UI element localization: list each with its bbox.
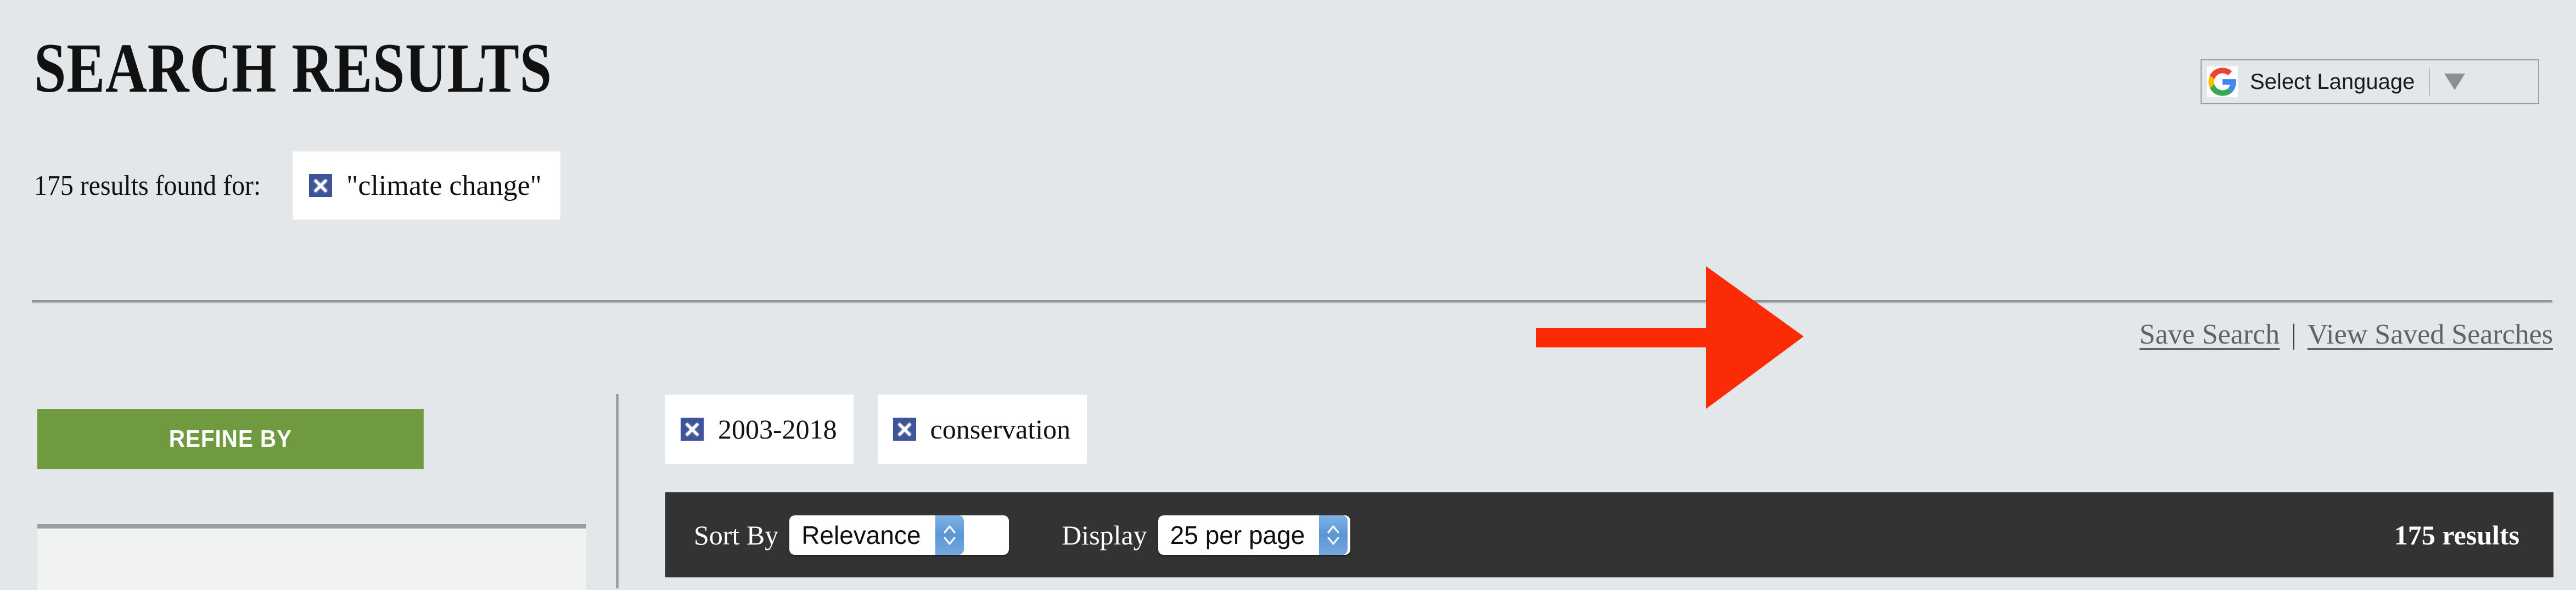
active-filters-row: 2003-2018 conservation [665, 395, 1111, 464]
results-count: 175 results [2394, 519, 2519, 550]
saved-search-actions: Save Search | View Saved Searches [2140, 318, 2553, 351]
stepper-up-down-icon[interactable] [1319, 515, 1348, 555]
save-search-link[interactable]: Save Search [2140, 318, 2280, 351]
horizontal-divider [32, 300, 2552, 304]
filter-chip-label: 2003-2018 [718, 414, 837, 445]
link-separator: | [2291, 319, 2297, 350]
refine-by-label: REFINE BY [169, 425, 292, 452]
display-per-page-value: 25 per page [1170, 520, 1305, 549]
sort-by-select[interactable]: Relevance [789, 515, 1009, 555]
red-arrow-annotation [1536, 266, 1804, 409]
refine-by-panel [37, 524, 586, 590]
sort-by-label: Sort By [694, 519, 779, 550]
display-label: Display [1062, 519, 1147, 550]
query-chip-label: "climate change" [346, 170, 542, 201]
stepper-up-down-icon[interactable] [935, 515, 964, 555]
close-x-icon[interactable] [893, 418, 916, 441]
view-saved-searches-link[interactable]: View Saved Searches [2308, 318, 2553, 351]
page-title: SEARCH RESULTS [34, 29, 552, 107]
sort-by-value: Relevance [801, 520, 921, 549]
filter-chip-label: conservation [930, 414, 1071, 445]
query-filter-chip[interactable]: "climate change" [293, 151, 560, 220]
display-per-page-select[interactable]: 25 per page [1158, 515, 1350, 555]
results-found-row: 175 results found for: "climate change" [34, 151, 560, 220]
google-g-icon [2207, 66, 2238, 97]
results-found-text: 175 results found for: [34, 170, 261, 201]
translate-label: Select Language [2250, 69, 2415, 94]
refine-by-header[interactable]: REFINE BY [37, 409, 424, 469]
close-x-icon[interactable] [309, 174, 333, 197]
vertical-divider [616, 394, 619, 588]
filter-chip-subject[interactable]: conservation [877, 395, 1087, 464]
chevron-down-icon[interactable] [2444, 74, 2466, 90]
results-toolbar: Sort By Relevance Display 25 per page 17… [665, 492, 2553, 577]
close-x-icon[interactable] [681, 418, 704, 441]
google-translate-widget[interactable]: Select Language [2201, 59, 2539, 104]
filter-chip-date-range[interactable]: 2003-2018 [665, 395, 854, 464]
translate-divider [2429, 68, 2431, 95]
